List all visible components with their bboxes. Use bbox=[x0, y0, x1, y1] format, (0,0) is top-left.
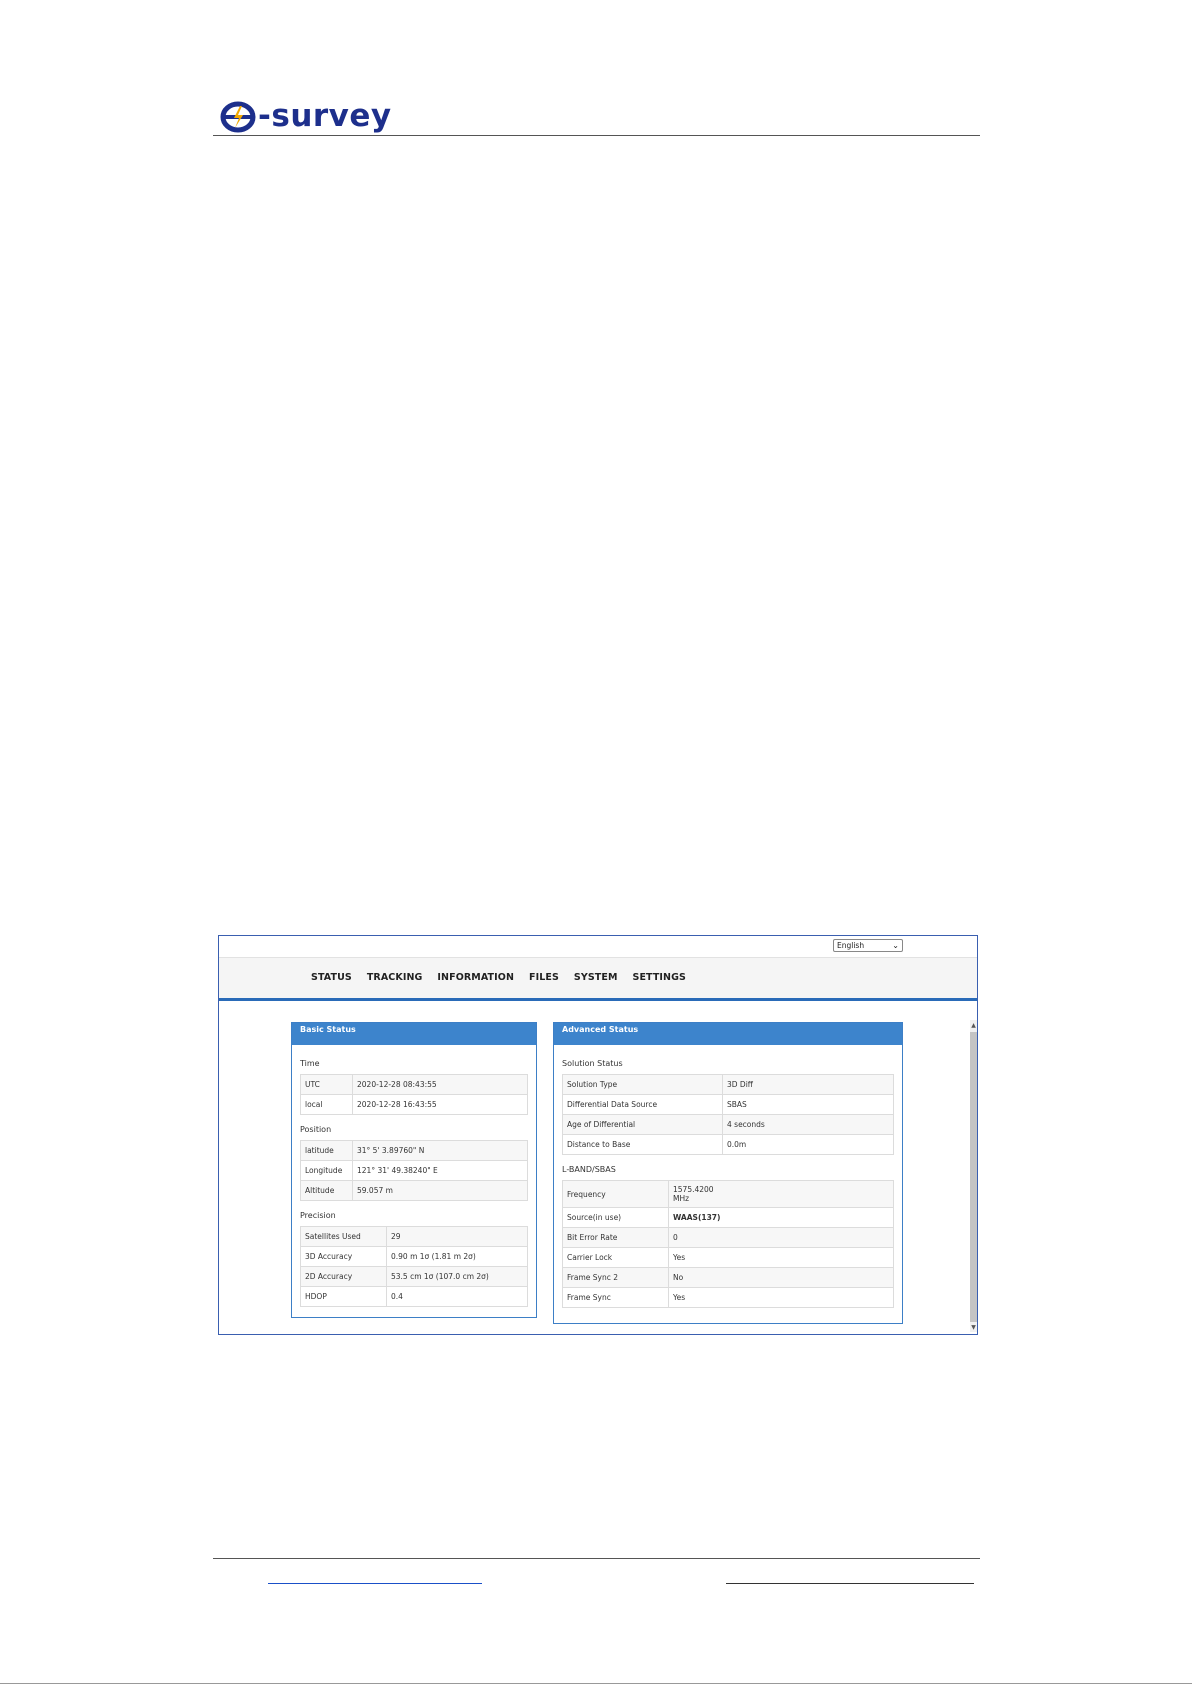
row-value: 53.5 cm 1σ (107.0 cm 2σ) bbox=[386, 1266, 528, 1287]
row-label: Longitude bbox=[300, 1160, 353, 1181]
row-label: Altitude bbox=[300, 1180, 353, 1201]
row-label: Carrier Lock bbox=[562, 1247, 669, 1268]
row-value: 1575.4200 MHz bbox=[668, 1180, 894, 1208]
table-row: Source(in use) WAAS(137) bbox=[562, 1207, 894, 1228]
row-value: 0.0m bbox=[722, 1134, 894, 1155]
logo-wordmark: -survey bbox=[258, 98, 392, 134]
row-value: WAAS(137) bbox=[668, 1207, 894, 1228]
position-table: latitude 31° 5' 3.89760" N Longitude 121… bbox=[300, 1140, 528, 1201]
table-row: Altitude 59.057 m bbox=[300, 1180, 528, 1201]
table-row: UTC 2020-12-28 08:43:55 bbox=[300, 1074, 528, 1095]
table-row: 2D Accuracy 53.5 cm 1σ (107.0 cm 2σ) bbox=[300, 1266, 528, 1287]
section-title-precision: Precision bbox=[300, 1211, 336, 1220]
scroll-up-arrow-icon[interactable]: ▲ bbox=[970, 1022, 977, 1030]
table-row: Bit Error Rate 0 bbox=[562, 1227, 894, 1248]
row-label: Differential Data Source bbox=[562, 1094, 723, 1115]
nav-settings[interactable]: SETTINGS bbox=[633, 972, 686, 983]
nav-system[interactable]: SYSTEM bbox=[574, 972, 618, 983]
row-value: 29 bbox=[386, 1226, 528, 1247]
table-row: Distance to Base 0.0m bbox=[562, 1134, 894, 1155]
table-row: 3D Accuracy 0.90 m 1σ (1.81 m 2σ) bbox=[300, 1246, 528, 1267]
table-row: Differential Data Source SBAS bbox=[562, 1094, 894, 1115]
row-value: 2020-12-28 16:43:55 bbox=[352, 1094, 528, 1115]
row-value: 121° 31' 49.38240" E bbox=[352, 1160, 528, 1181]
section-title-solution-status: Solution Status bbox=[562, 1059, 623, 1068]
scroll-down-arrow-icon[interactable]: ▼ bbox=[970, 1324, 977, 1332]
row-value: 4 seconds bbox=[722, 1114, 894, 1135]
row-value: 31° 5' 3.89760" N bbox=[352, 1140, 528, 1161]
basic-status-panel: Basic Status Time UTC 2020-12-28 08:43:5… bbox=[291, 1022, 537, 1318]
row-label: Bit Error Rate bbox=[562, 1227, 669, 1248]
language-select[interactable]: English ⌄ bbox=[833, 939, 903, 952]
table-row: Solution Type 3D Diff bbox=[562, 1074, 894, 1095]
panel-title: Basic Status bbox=[292, 1023, 536, 1045]
row-label: Frame Sync bbox=[562, 1287, 669, 1308]
row-value: SBAS bbox=[722, 1094, 894, 1115]
receiver-web-ui-screenshot: English ⌄ STATUS TRACKING INFORMATION FI… bbox=[218, 935, 978, 1335]
header-rule bbox=[213, 135, 980, 136]
table-row: HDOP 0.4 bbox=[300, 1286, 528, 1307]
solution-status-table: Solution Type 3D Diff Differential Data … bbox=[562, 1074, 894, 1155]
row-label: 3D Accuracy bbox=[300, 1246, 387, 1267]
nav-files[interactable]: FILES bbox=[529, 972, 559, 983]
row-label: Solution Type bbox=[562, 1074, 723, 1095]
row-value: 0.90 m 1σ (1.81 m 2σ) bbox=[386, 1246, 528, 1267]
frequency-value: 1575.4200 bbox=[673, 1185, 714, 1194]
row-value: 3D Diff bbox=[722, 1074, 894, 1095]
esurvey-logo: -survey bbox=[220, 96, 392, 136]
vertical-scrollbar[interactable]: ▲ ▼ bbox=[970, 1020, 977, 1332]
row-label: local bbox=[300, 1094, 353, 1115]
precision-table: Satellites Used 29 3D Accuracy 0.90 m 1σ… bbox=[300, 1226, 528, 1307]
row-label: Frequency bbox=[562, 1180, 669, 1208]
footer-rule bbox=[213, 1558, 980, 1559]
row-label: latitude bbox=[300, 1140, 353, 1161]
row-value: 2020-12-28 08:43:55 bbox=[352, 1074, 528, 1095]
top-navbar: STATUS TRACKING INFORMATION FILES SYSTEM… bbox=[219, 957, 977, 1001]
row-value: Yes bbox=[668, 1287, 894, 1308]
row-label: 2D Accuracy bbox=[300, 1266, 387, 1287]
section-title-position: Position bbox=[300, 1125, 332, 1134]
row-label: HDOP bbox=[300, 1286, 387, 1307]
time-table: UTC 2020-12-28 08:43:55 local 2020-12-28… bbox=[300, 1074, 528, 1115]
row-label: UTC bbox=[300, 1074, 353, 1095]
section-title-time: Time bbox=[300, 1059, 320, 1068]
row-value: Yes bbox=[668, 1247, 894, 1268]
chevron-down-icon: ⌄ bbox=[892, 941, 899, 950]
table-row: Frame Sync 2 No bbox=[562, 1267, 894, 1288]
footer-email-link[interactable] bbox=[726, 1575, 974, 1584]
row-label: Frame Sync 2 bbox=[562, 1267, 669, 1288]
lband-sbas-table: Frequency 1575.4200 MHz Source(in use) W… bbox=[562, 1180, 894, 1308]
row-label: Satellites Used bbox=[300, 1226, 387, 1247]
row-value: No bbox=[668, 1267, 894, 1288]
table-row: local 2020-12-28 16:43:55 bbox=[300, 1094, 528, 1115]
nav-tracking[interactable]: TRACKING bbox=[367, 972, 423, 983]
nav-information[interactable]: INFORMATION bbox=[437, 972, 514, 983]
table-row: latitude 31° 5' 3.89760" N bbox=[300, 1140, 528, 1161]
row-value: 0 bbox=[668, 1227, 894, 1248]
page-bottom-rule bbox=[0, 1683, 1192, 1684]
table-row: Age of Differential 4 seconds bbox=[562, 1114, 894, 1135]
advanced-status-panel: Advanced Status Solution Status Solution… bbox=[553, 1022, 903, 1324]
language-select-value: English bbox=[837, 941, 865, 950]
section-title-lband-sbas: L-BAND/SBAS bbox=[562, 1165, 616, 1174]
row-value: 59.057 m bbox=[352, 1180, 528, 1201]
table-row: Longitude 121° 31' 49.38240" E bbox=[300, 1160, 528, 1181]
row-label: Age of Differential bbox=[562, 1114, 723, 1135]
esurvey-logo-icon bbox=[220, 101, 256, 133]
footer-website-link[interactable] bbox=[268, 1575, 482, 1584]
row-value: 0.4 bbox=[386, 1286, 528, 1307]
row-label: Distance to Base bbox=[562, 1134, 723, 1155]
table-row: Frame Sync Yes bbox=[562, 1287, 894, 1308]
table-row: Frequency 1575.4200 MHz bbox=[562, 1180, 894, 1208]
nav-status[interactable]: STATUS bbox=[311, 972, 352, 983]
scrollbar-thumb[interactable] bbox=[970, 1032, 977, 1322]
panel-title: Advanced Status bbox=[554, 1023, 902, 1045]
table-row: Carrier Lock Yes bbox=[562, 1247, 894, 1268]
table-row: Satellites Used 29 bbox=[300, 1226, 528, 1247]
frequency-unit: MHz bbox=[673, 1194, 690, 1203]
row-label: Source(in use) bbox=[562, 1207, 669, 1228]
